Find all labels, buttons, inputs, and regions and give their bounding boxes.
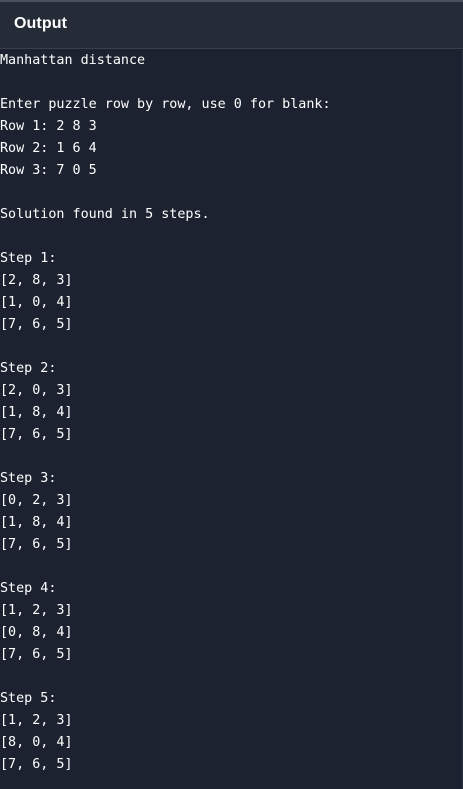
output-line: [1, 8, 4] — [0, 515, 73, 530]
output-line: [1, 8, 4] — [0, 405, 73, 420]
output-line: Enter puzzle row by row, use 0 for blank… — [0, 97, 331, 112]
output-line: Step 3: — [0, 471, 57, 486]
output-line: [7, 6, 5] — [0, 317, 73, 332]
output-line: Step 4: — [0, 581, 57, 596]
output-line: [2, 0, 3] — [0, 383, 73, 398]
output-line: Row 3: 7 0 5 — [0, 163, 97, 178]
output-line: [0, 2, 3] — [0, 493, 73, 508]
output-line: Solution found in 5 steps. — [0, 207, 210, 222]
output-line: [7, 6, 5] — [0, 427, 73, 442]
output-line: [1, 2, 3] — [0, 603, 73, 618]
output-line: Manhattan distance — [0, 53, 146, 68]
output-line: Row 1: 2 8 3 — [0, 119, 97, 134]
output-line: [2, 8, 3] — [0, 273, 73, 288]
output-line: Row 2: 1 6 4 — [0, 141, 97, 156]
output-line: [7, 6, 5] — [0, 647, 73, 662]
panel-title: Output — [14, 15, 68, 32]
console-output[interactable]: Manhattan distance Enter puzzle row by ro… — [0, 50, 463, 789]
output-line: [7, 6, 5] — [0, 537, 73, 552]
output-line: [1, 0, 4] — [0, 295, 73, 310]
output-line: Step 1: — [0, 251, 57, 266]
output-line: [0, 8, 4] — [0, 625, 73, 640]
output-line: [1, 2, 3] — [0, 713, 73, 728]
output-line: [7, 6, 5] — [0, 757, 73, 772]
output-line: Step 5: — [0, 691, 57, 706]
output-line: [8, 0, 4] — [0, 735, 73, 750]
output-panel-header: Output — [0, 2, 463, 49]
output-line: Step 2: — [0, 361, 57, 376]
